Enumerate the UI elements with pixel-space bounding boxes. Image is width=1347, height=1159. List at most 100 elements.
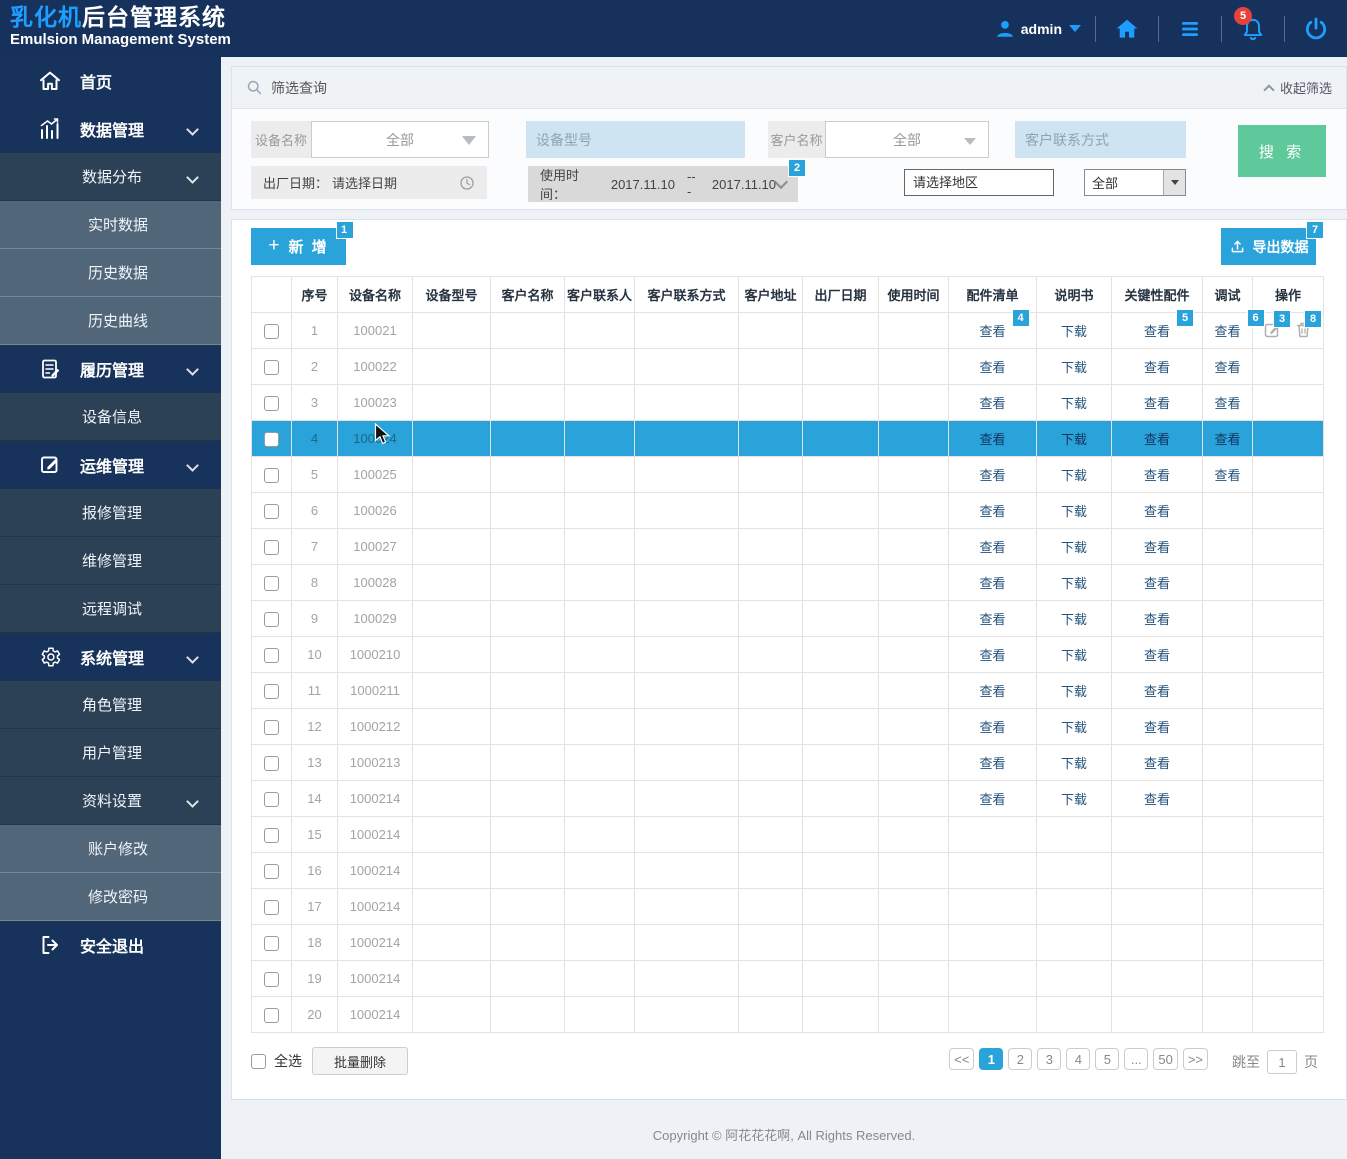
view-key-parts-link[interactable]: 查看 xyxy=(1144,540,1170,555)
table-row[interactable]: 14 1000214 查看 下载 查看 xyxy=(251,780,1324,817)
table-row[interactable]: 17 1000214 xyxy=(251,888,1324,925)
menu-button[interactable] xyxy=(1173,12,1207,46)
row-checkbox[interactable] xyxy=(264,359,279,375)
add-button[interactable]: + 新 增 1 xyxy=(251,221,354,265)
sidebar-item-realtime-data[interactable]: 实时数据 xyxy=(0,201,221,249)
table-row[interactable]: 12 1000212 查看 下载 查看 xyxy=(251,708,1324,745)
table-row[interactable]: 16 1000214 xyxy=(251,852,1324,889)
view-key-parts-link[interactable]: 查看 xyxy=(1144,396,1170,411)
view-key-parts-link[interactable]: 查看 xyxy=(1144,504,1170,519)
page-ellipsis[interactable]: ... xyxy=(1124,1048,1149,1070)
view-parts-list-link[interactable]: 查看 xyxy=(979,684,1005,699)
collapse-filter-button[interactable]: 收起筛选 xyxy=(1263,78,1332,97)
sidebar-item-change-password[interactable]: 修改密码 xyxy=(0,873,221,921)
last-page-button[interactable]: >> xyxy=(1182,1048,1208,1070)
row-checkbox[interactable] xyxy=(264,647,279,663)
search-button[interactable]: 搜 索 xyxy=(1238,125,1326,177)
row-checkbox[interactable] xyxy=(264,611,279,627)
sidebar-item-history-curve[interactable]: 历史曲线 xyxy=(0,297,221,345)
row-checkbox[interactable] xyxy=(264,899,279,915)
jump-page-input[interactable] xyxy=(1267,1050,1297,1074)
row-checkbox[interactable] xyxy=(264,827,279,843)
row-checkbox[interactable] xyxy=(264,395,279,411)
table-row[interactable]: 8 100028 查看 下载 查看 xyxy=(251,564,1324,601)
row-checkbox[interactable] xyxy=(264,503,279,519)
view-debug-link[interactable]: 查看 xyxy=(1214,432,1240,447)
first-page-button[interactable]: << xyxy=(949,1048,975,1070)
sidebar-item-ops-management[interactable]: 运维管理 xyxy=(0,441,221,489)
download-manual-link[interactable]: 下载 xyxy=(1061,432,1087,447)
view-parts-list-link[interactable]: 查看 xyxy=(979,648,1005,663)
view-key-parts-link[interactable]: 查看 xyxy=(1144,648,1170,663)
row-checkbox[interactable] xyxy=(264,683,279,699)
sidebar-item-logout[interactable]: 安全退出 xyxy=(0,921,221,969)
view-parts-list-link[interactable]: 查看 xyxy=(979,756,1005,771)
row-checkbox[interactable] xyxy=(264,575,279,591)
view-key-parts-link[interactable]: 查看 xyxy=(1144,468,1170,483)
user-menu[interactable]: admin xyxy=(994,18,1081,40)
sidebar-item-profile-settings[interactable]: 资料设置 xyxy=(0,777,221,825)
device-model-input[interactable] xyxy=(526,121,745,158)
download-manual-link[interactable]: 下载 xyxy=(1061,396,1087,411)
select-all-checkbox[interactable] xyxy=(251,1053,266,1069)
sidebar-item-maintenance[interactable]: 维修管理 xyxy=(0,537,221,585)
table-row[interactable]: 19 1000214 xyxy=(251,960,1324,997)
sidebar-item-account-modify[interactable]: 账户修改 xyxy=(0,825,221,873)
notifications-button[interactable]: 5 xyxy=(1234,6,1270,46)
table-row[interactable]: 20 1000214 xyxy=(251,996,1324,1033)
sidebar-item-history-data[interactable]: 历史数据 xyxy=(0,249,221,297)
row-checkbox[interactable] xyxy=(264,1007,279,1023)
view-parts-list-link[interactable]: 查看 xyxy=(979,792,1005,807)
table-row[interactable]: 18 1000214 xyxy=(251,924,1324,961)
row-checkbox[interactable] xyxy=(264,719,279,735)
view-key-parts-link[interactable]: 查看 xyxy=(1144,432,1170,447)
page-button-3[interactable]: 3 xyxy=(1037,1048,1062,1070)
view-debug-link[interactable]: 查看 xyxy=(1214,396,1240,411)
delete-button[interactable]: 8 xyxy=(1295,309,1322,338)
view-parts-list-link[interactable]: 查看 xyxy=(979,324,1005,339)
row-checkbox[interactable] xyxy=(264,971,279,987)
view-parts-list-link[interactable]: 查看 xyxy=(979,540,1005,555)
edit-button[interactable]: 3 xyxy=(1264,309,1291,338)
view-debug-link[interactable]: 查看 xyxy=(1214,468,1240,483)
view-key-parts-link[interactable]: 查看 xyxy=(1144,576,1170,591)
table-row[interactable]: 13 1000213 查看 下载 查看 xyxy=(251,744,1324,781)
view-parts-list-link[interactable]: 查看 xyxy=(979,396,1005,411)
table-row[interactable]: 1 100021 查看 4 下载 查看 5 查看 6 3 8 xyxy=(251,309,1324,349)
download-manual-link[interactable]: 下载 xyxy=(1061,756,1087,771)
customer-name-select[interactable]: 全部 xyxy=(825,121,989,158)
view-parts-list-link[interactable]: 查看 xyxy=(979,360,1005,375)
page-button-4[interactable]: 4 xyxy=(1066,1048,1091,1070)
download-manual-link[interactable]: 下载 xyxy=(1061,684,1087,699)
download-manual-link[interactable]: 下载 xyxy=(1061,648,1087,663)
view-key-parts-link[interactable]: 查看 xyxy=(1144,792,1170,807)
page-button-2[interactable]: 2 xyxy=(1008,1048,1033,1070)
sidebar-item-repair-report[interactable]: 报修管理 xyxy=(0,489,221,537)
region-all-select[interactable]: 全部 xyxy=(1084,169,1186,196)
download-manual-link[interactable]: 下载 xyxy=(1061,468,1087,483)
batch-delete-button[interactable]: 批量删除 xyxy=(312,1047,408,1075)
view-key-parts-link[interactable]: 查看 xyxy=(1144,720,1170,735)
view-key-parts-link[interactable]: 查看 xyxy=(1144,612,1170,627)
row-checkbox[interactable] xyxy=(264,791,279,807)
table-row[interactable]: 3 100023 查看 下载 查看 查看 xyxy=(251,384,1324,421)
table-row[interactable]: 6 100026 查看 下载 查看 xyxy=(251,492,1324,529)
view-key-parts-link[interactable]: 查看 xyxy=(1144,756,1170,771)
download-manual-link[interactable]: 下载 xyxy=(1061,324,1087,339)
table-row[interactable]: 10 1000210 查看 下载 查看 xyxy=(251,636,1324,673)
sidebar-item-role-management[interactable]: 角色管理 xyxy=(0,681,221,729)
page-button-5[interactable]: 5 xyxy=(1095,1048,1120,1070)
sidebar-item-system-management[interactable]: 系统管理 xyxy=(0,633,221,681)
view-parts-list-link[interactable]: 查看 xyxy=(979,720,1005,735)
export-data-button[interactable]: 导出数据 7 xyxy=(1221,221,1324,265)
device-name-select[interactable]: 全部 xyxy=(311,121,489,158)
sidebar-item-user-management[interactable]: 用户管理 xyxy=(0,729,221,777)
sidebar-item-data-distribution[interactable]: 数据分布 xyxy=(0,153,221,201)
page-button-1[interactable]: 1 xyxy=(979,1048,1004,1070)
sidebar-item-device-info[interactable]: 设备信息 xyxy=(0,393,221,441)
download-manual-link[interactable]: 下载 xyxy=(1061,612,1087,627)
view-parts-list-link[interactable]: 查看 xyxy=(979,468,1005,483)
sidebar-item-data-management[interactable]: 数据管理 xyxy=(0,105,221,153)
row-checkbox[interactable] xyxy=(264,539,279,555)
download-manual-link[interactable]: 下载 xyxy=(1061,792,1087,807)
